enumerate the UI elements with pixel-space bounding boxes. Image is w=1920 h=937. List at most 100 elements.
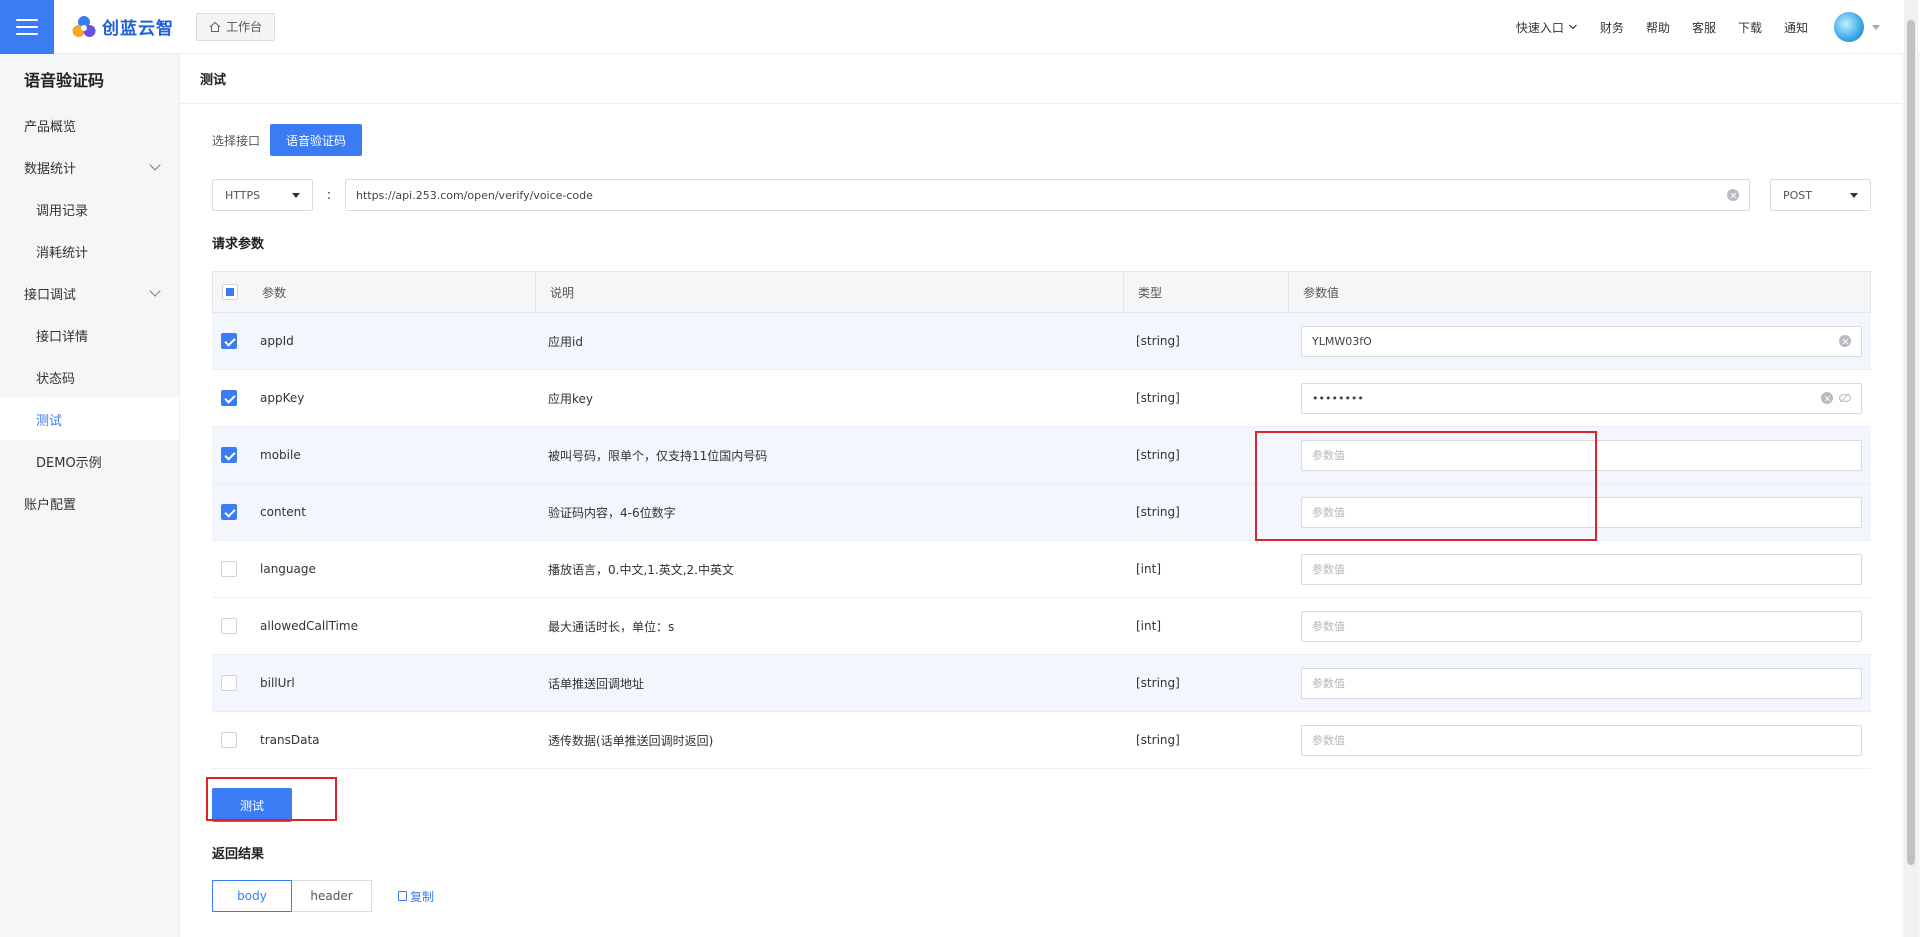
param-type: [string] (1136, 334, 1180, 348)
param-value-input[interactable]: 参数值 (1301, 724, 1862, 756)
sidebar-item-label: 接口详情 (36, 329, 89, 345)
table-header: 参数 说明 类型 参数值 (212, 271, 1871, 313)
table-row: content 验证码内容，4-6位数字 [string] 参数值 (212, 484, 1871, 541)
brand-logo[interactable]: 创蓝云智 (71, 14, 174, 40)
protocol-select[interactable]: HTTPS (212, 179, 313, 211)
select-all-checkbox[interactable] (222, 284, 238, 300)
row-checkbox[interactable] (221, 447, 237, 463)
clear-icon[interactable] (1821, 392, 1833, 404)
menu-line (16, 18, 38, 21)
eye-off-icon[interactable] (1839, 394, 1851, 402)
sidebar-item-api-debug[interactable]: 接口调试 (0, 272, 179, 314)
sidebar-item-account-config[interactable]: 账户配置 (0, 482, 179, 524)
param-name: allowedCallTime (260, 619, 358, 633)
param-value: •••••••• (1312, 391, 1364, 405)
param-value-input[interactable]: 参数值 (1301, 553, 1862, 585)
notify-link[interactable]: 通知 (1784, 19, 1808, 36)
result-title: 返回结果 (212, 847, 265, 862)
param-name: appId (260, 334, 294, 348)
param-value-input[interactable]: 参数值 (1301, 610, 1862, 642)
download-link[interactable]: 下载 (1738, 19, 1762, 36)
row-checkbox[interactable] (221, 732, 237, 748)
finance-link[interactable]: 财务 (1600, 19, 1624, 36)
user-menu[interactable] (1834, 12, 1880, 42)
row-checkbox[interactable] (221, 390, 237, 406)
param-name: billUrl (260, 676, 295, 690)
table-row: allowedCallTime 最大通话时长，单位：s [int] 参数值 (212, 598, 1871, 655)
sidebar-item-status-codes[interactable]: 状态码 (0, 356, 179, 398)
workbench-button[interactable]: 工作台 (196, 12, 276, 41)
main-panel: 测试 选择接口 语音验证码 HTTPS : https://api.253.co… (180, 54, 1902, 937)
param-value-input[interactable]: YLMW03fO (1301, 325, 1862, 357)
service-link[interactable]: 客服 (1692, 19, 1716, 36)
param-value-input[interactable]: •••••••• (1301, 382, 1862, 414)
col-header-param: 参数 (262, 285, 287, 300)
row-checkbox[interactable] (221, 618, 237, 634)
help-link[interactable]: 帮助 (1646, 19, 1670, 36)
page-title: 测试 (180, 54, 1902, 104)
param-desc: 播放语言，0.中文,1.英文,2.中英文 (548, 562, 734, 577)
protocol-value: HTTPS (225, 188, 261, 202)
top-bar: 创蓝云智 工作台 快速入口 财务 帮助 客服 下载 通知 (0, 0, 1920, 54)
sidebar-item-label: DEMO示例 (36, 455, 102, 471)
sidebar-item-overview[interactable]: 产品概览 (0, 104, 179, 146)
menu-line (16, 32, 38, 35)
caret-down-icon (1850, 192, 1858, 198)
sidebar-item-call-records[interactable]: 调用记录 (0, 188, 179, 230)
param-type: [string] (1136, 733, 1180, 747)
hamburger-menu-button[interactable] (0, 0, 54, 54)
avatar (1834, 12, 1864, 42)
param-name: appKey (260, 391, 305, 405)
param-value: YLMW03fO (1312, 334, 1372, 348)
row-checkbox[interactable] (221, 561, 237, 577)
quick-entry-menu[interactable]: 快速入口 (1516, 19, 1578, 36)
row-checkbox[interactable] (221, 333, 237, 349)
row-checkbox[interactable] (221, 504, 237, 520)
param-desc: 透传数据(话单推送回调时返回) (548, 733, 714, 748)
highlight-box (1255, 431, 1597, 541)
sidebar-item-test[interactable]: 测试 (0, 398, 179, 440)
caret-down-icon (292, 192, 300, 198)
param-desc: 最大通话时长，单位：s (548, 619, 675, 634)
sidebar-item-statistics[interactable]: 数据统计 (0, 146, 179, 188)
clear-icon[interactable] (1839, 335, 1851, 347)
param-desc: 应用key (548, 391, 594, 406)
caret-down-icon (1872, 24, 1880, 30)
sidebar-title: 语音验证码 (24, 71, 105, 90)
param-desc: 验证码内容，4-6位数字 (548, 505, 676, 520)
sidebar-item-consumption[interactable]: 消耗统计 (0, 230, 179, 272)
clear-icon[interactable] (1727, 189, 1739, 201)
param-value-input[interactable]: 参数值 (1301, 667, 1862, 699)
sidebar-item-label: 数据统计 (24, 161, 77, 177)
sidebar-item-api-details[interactable]: 接口详情 (0, 314, 179, 356)
method-select[interactable]: POST (1770, 179, 1871, 211)
scrollbar-thumb[interactable] (1907, 20, 1915, 865)
voice-code-interface-button[interactable]: 语音验证码 (270, 124, 363, 156)
param-desc: 应用id (548, 334, 583, 349)
param-name: content (260, 505, 306, 519)
workbench-label: 工作台 (226, 20, 263, 34)
table-row: appKey 应用key [string] •••••••• (212, 370, 1871, 427)
url-input[interactable]: https://api.253.com/open/verify/voice-co… (345, 179, 1750, 211)
table-row: transData 透传数据(话单推送回调时返回) [string] 参数值 (212, 712, 1871, 769)
col-header-type: 类型 (1123, 271, 1288, 313)
interface-selector: 选择接口 语音验证码 (212, 124, 363, 156)
param-name: language (260, 562, 316, 576)
param-value-placeholder: 参数值 (1312, 734, 1345, 747)
param-desc: 话单推送回调地址 (548, 676, 645, 691)
tab-header[interactable]: header (292, 880, 372, 912)
page-scrollbar[interactable] (1904, 0, 1918, 937)
param-value-placeholder: 参数值 (1312, 563, 1345, 576)
row-checkbox[interactable] (221, 675, 237, 691)
top-right-links: 快速入口 财务 帮助 客服 下载 通知 (1516, 0, 1880, 54)
method-value: POST (1783, 188, 1812, 202)
result-tabs: body header 复制 (212, 880, 434, 912)
tab-body[interactable]: body (212, 880, 292, 912)
copy-button[interactable]: 复制 (398, 888, 434, 905)
param-type: [int] (1136, 562, 1162, 576)
chevron-down-icon (149, 159, 161, 171)
sidebar-item-label: 状态码 (36, 371, 76, 387)
sidebar-item-demo[interactable]: DEMO示例 (0, 440, 179, 482)
sidebar-item-label: 产品概览 (24, 119, 77, 135)
sidebar-item-label: 接口调试 (24, 287, 77, 303)
